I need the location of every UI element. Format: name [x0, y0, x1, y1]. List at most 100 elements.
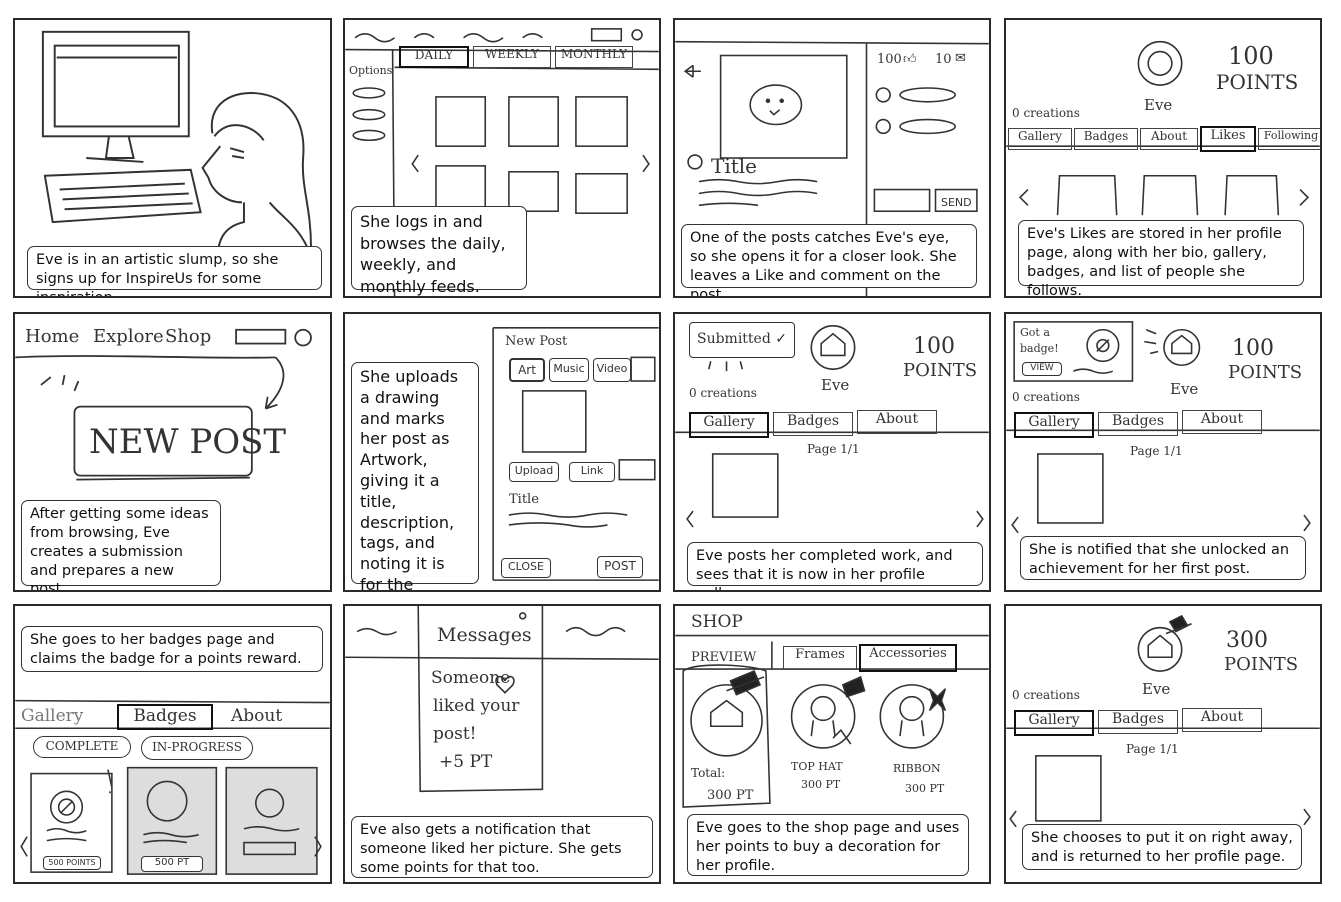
post-button[interactable]: POST — [597, 556, 643, 578]
preview-label: PREVIEW — [691, 650, 757, 665]
new-post-form-title: New Post — [505, 334, 568, 349]
panel-3-caption: One of the posts catches Eve's eye, so s… — [681, 224, 977, 296]
type-art-button[interactable]: Art — [509, 358, 545, 382]
panel-12: 300 POINTS Eve 0 creations Gallery Badge… — [1004, 604, 1322, 884]
tab-gallery[interactable]: Gallery — [21, 706, 83, 726]
tab-monthly[interactable]: MONTHLY — [555, 46, 633, 68]
points-label: POINTS — [1224, 654, 1299, 675]
panel-6-caption: She uploads a drawing and marks her post… — [351, 362, 479, 590]
tab-about[interactable]: About — [1182, 410, 1262, 434]
panel-9: She goes to her badges page and claims t… — [13, 604, 332, 884]
new-post-button[interactable]: NEW POST — [89, 422, 286, 462]
upload-button[interactable]: Upload — [509, 462, 559, 482]
tab-badges[interactable]: Badges — [1074, 128, 1138, 150]
creations-count: 0 creations — [1012, 390, 1080, 404]
likes-count: 100 — [877, 52, 902, 67]
tab-about[interactable]: About — [231, 706, 282, 726]
filter-complete[interactable]: COMPLETE — [33, 736, 131, 758]
tab-likes[interactable]: Likes — [1200, 126, 1256, 152]
submitted-badge: Submitted ✓ — [689, 322, 795, 358]
points-label: POINTS — [1216, 70, 1299, 94]
type-video-button[interactable]: Video — [593, 358, 631, 382]
notification-line1: Got a — [1020, 326, 1050, 339]
tab-following[interactable]: Following — [1258, 128, 1320, 150]
panel-10-caption: Eve also gets a notification that someon… — [351, 816, 653, 878]
type-music-button[interactable]: Music — [549, 358, 589, 382]
title-field-label: Title — [509, 492, 539, 507]
reward-points-button[interactable]: 500 PT — [141, 856, 203, 872]
panel-12-caption: She chooses to put it on right away, and… — [1022, 824, 1302, 870]
panel-4-caption: Eve's Likes are stored in her profile pa… — [1018, 220, 1304, 296]
profile-name: Eve — [1144, 96, 1173, 114]
item-ribbon-name[interactable]: RIBBON — [893, 762, 941, 775]
comments-count: 10 — [935, 52, 952, 67]
nav-home[interactable]: Home — [25, 326, 79, 347]
profile-name: Eve — [1142, 680, 1171, 698]
tab-badges[interactable]: Badges — [773, 412, 853, 436]
panel-9-caption: She goes to her badges page and claims t… — [21, 626, 323, 672]
close-button[interactable]: CLOSE — [501, 558, 551, 578]
tab-gallery[interactable]: Gallery — [1014, 412, 1094, 438]
tab-gallery[interactable]: Gallery — [1014, 710, 1094, 736]
creations-count: 0 creations — [1012, 688, 1080, 702]
tab-about[interactable]: About — [857, 410, 937, 434]
notification-line2: badge! — [1020, 342, 1059, 355]
panel-11-caption: Eve goes to the shop page and uses her p… — [687, 814, 969, 876]
panel-2: Options DAILY WEEKLY MONTHLY She logs in… — [343, 18, 661, 298]
profile-name: Eve — [1170, 380, 1199, 398]
post-title: Title — [711, 154, 758, 178]
profile-name: Eve — [821, 376, 850, 394]
tab-weekly[interactable]: WEEKLY — [473, 46, 551, 68]
panel-2-caption: She logs in and browses the daily, weekl… — [351, 206, 527, 296]
claim-points-button[interactable]: 500 POINTS — [43, 856, 101, 870]
filter-in-progress[interactable]: IN-PROGRESS — [141, 736, 253, 760]
panel-10: Messages Someone liked your post! +5 PT … — [343, 604, 661, 884]
points-value: 100 — [1228, 42, 1274, 70]
nav-shop[interactable]: Shop — [165, 326, 211, 347]
points-value: 100 — [1232, 336, 1274, 361]
total-value: 300 PT — [707, 788, 754, 803]
comment-icon[interactable]: ✉ — [955, 51, 966, 66]
panel-6: New Post Art Music Video Upload Link Tit… — [343, 312, 661, 592]
tab-badges[interactable]: Badges — [1098, 710, 1178, 734]
panel-8: Got a badge! VIEW 100 POINTS Eve 0 creat… — [1004, 312, 1322, 592]
panel-1-caption: Eve is in an artistic slump, so she sign… — [27, 246, 322, 296]
options-label: Options — [349, 64, 393, 77]
tab-gallery[interactable]: Gallery — [689, 412, 769, 438]
creations-count: 0 creations — [689, 386, 757, 400]
panel-5: Home Explore Shop NEW POST After getting… — [13, 312, 332, 592]
page-indicator: Page 1/1 — [807, 442, 860, 456]
message-line-3: post! — [433, 724, 477, 744]
tab-badges[interactable]: Badges — [1098, 412, 1178, 436]
panel-1: Eve is in an artistic slump, so she sign… — [13, 18, 332, 298]
tab-frames[interactable]: Frames — [783, 646, 857, 670]
total-label: Total: — [691, 766, 726, 780]
tab-accessories[interactable]: Accessories — [859, 644, 957, 672]
points-value: 100 — [913, 334, 955, 359]
nav-explore[interactable]: Explore — [93, 326, 164, 347]
points-label: POINTS — [903, 360, 978, 381]
tab-about[interactable]: About — [1140, 128, 1198, 150]
messages-title: Messages — [437, 624, 532, 646]
panel-5-caption: After getting some ideas from browsing, … — [21, 500, 221, 590]
panel-8-caption: She is notified that she unlocked an ach… — [1020, 536, 1306, 580]
item-top-hat-price: 300 PT — [801, 778, 841, 791]
send-button[interactable]: SEND — [941, 196, 972, 209]
message-line-1: Someone — [431, 668, 511, 688]
message-line-4: +5 PT — [439, 752, 493, 772]
tab-about[interactable]: About — [1182, 708, 1262, 732]
item-top-hat-name[interactable]: TOP HAT — [791, 760, 843, 773]
panel-11: SHOP PREVIEW Frames Accessories Total: 3… — [673, 604, 991, 884]
panel-7: Submitted ✓ 100 POINTS Eve 0 creations G… — [673, 312, 991, 592]
tab-daily[interactable]: DAILY — [399, 46, 469, 68]
link-button[interactable]: Link — [569, 462, 615, 482]
tab-badges[interactable]: Badges — [117, 704, 213, 730]
panel-7-caption: Eve posts her completed work, and sees t… — [687, 542, 983, 590]
panel-3: 100 👍︎ 10 ✉ Title SEND One of the posts … — [673, 18, 991, 298]
tab-gallery[interactable]: Gallery — [1008, 128, 1072, 150]
view-badge-button[interactable]: VIEW — [1022, 362, 1062, 376]
message-line-2: liked your — [433, 696, 520, 716]
item-ribbon-price: 300 PT — [905, 782, 945, 795]
like-icon[interactable]: 👍︎ — [903, 52, 917, 67]
page-indicator: Page 1/1 — [1126, 742, 1179, 756]
